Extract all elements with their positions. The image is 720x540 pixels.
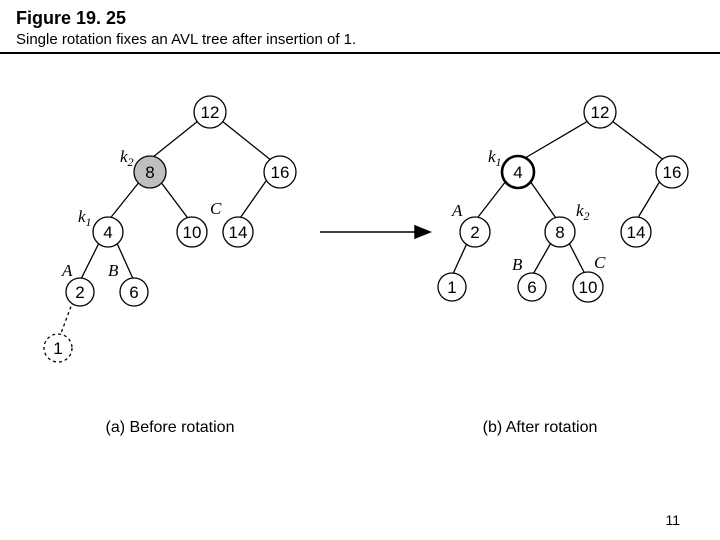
node-8-k: k2 [120,147,134,169]
node-14-label: 14 [229,223,248,242]
nodeb-10-label: 10 [579,278,598,297]
node-16-label: 16 [271,163,290,182]
node-12-label: 12 [201,103,220,122]
tree-a-nodes: 12 8 k2 16 4 k1 10 C 14 2 A 6 B 1 [44,96,296,362]
caption-a: (a) Before rotation [106,419,235,436]
caption-b: (b) After rotation [483,419,598,436]
node-6-ann: B [108,261,119,280]
nodeb-6-label: 6 [527,278,536,297]
tree-b-edges [452,121,665,276]
node-4-label: 4 [103,223,112,242]
nodeb-6-ann: B [512,255,523,274]
node-4-k: k1 [78,207,92,229]
nodeb-4-k: k1 [488,147,502,169]
nodeb-16-label: 16 [663,163,682,182]
tree-b-nodes: 12 4 k1 16 2 A 8 k2 14 1 6 B 10 C [438,96,688,302]
nodeb-10-ann: C [594,253,606,272]
nodeb-2-ann: A [451,201,463,220]
nodeb-8-label: 8 [555,223,564,242]
node-2-ann: A [61,261,73,280]
node-2-label: 2 [75,283,84,302]
nodeb-14-label: 14 [627,223,646,242]
arrow-icon [320,226,430,238]
page-number: 11 [665,512,680,528]
figure-number: Figure 19. 25 [0,0,720,31]
nodeb-4-label: 4 [513,163,522,182]
node-1-label: 1 [53,339,62,358]
nodeb-2-label: 2 [470,223,479,242]
nodeb-1-label: 1 [447,278,456,297]
node-8-label: 8 [145,163,154,182]
node-6-label: 6 [129,283,138,302]
figure-caption: Single rotation fixes an AVL tree after … [0,31,720,54]
node-10-label: 10 [183,223,202,242]
diagram-svg: 12 8 k2 16 4 k1 10 C 14 2 A 6 B 1 12 4 k… [0,62,720,502]
node-10-ann: C [210,199,222,218]
nodeb-12-label: 12 [591,103,610,122]
nodeb-8-k: k2 [576,201,590,223]
figure-area: 12 8 k2 16 4 k1 10 C 14 2 A 6 B 1 12 4 k… [0,62,720,502]
